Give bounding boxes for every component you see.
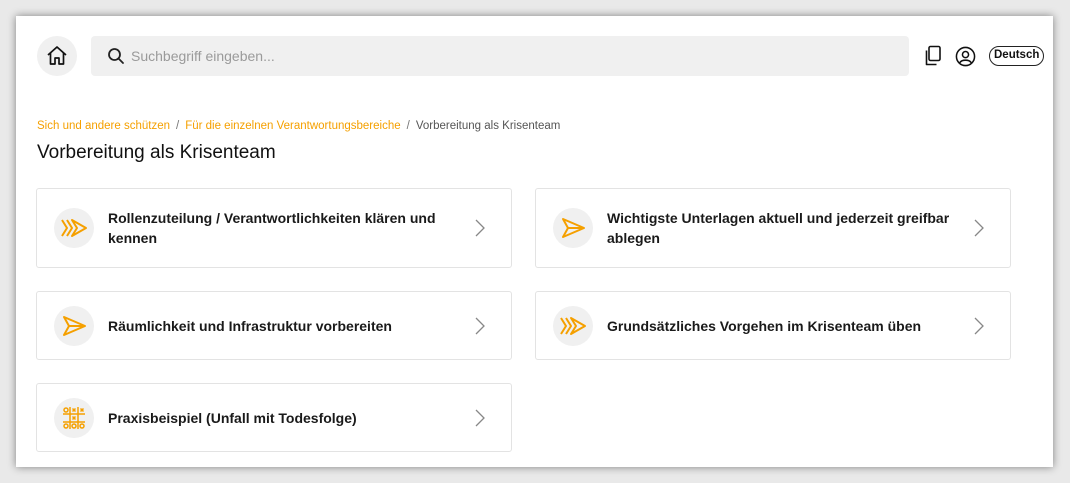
card-example[interactable]: Praxisbeispiel (Unfall mit Todesfolge) xyxy=(36,383,512,452)
breadcrumb: Sich und andere schützen / Für die einzeln… xyxy=(37,120,560,132)
chevron-right-icon xyxy=(473,218,487,238)
card-roles[interactable]: Rollenzuteilung / Verantwortlichkeiten k… xyxy=(36,188,512,268)
card-documents[interactable]: Wichtigste Unterlagen aktuell und jederz… xyxy=(535,188,1011,268)
app-window: Deutsch Sich und andere schützen / Für die… xyxy=(16,16,1053,467)
account-button[interactable] xyxy=(954,45,976,67)
chevron-right-icon xyxy=(972,316,986,336)
page-title: Vorbereitung als Krisenteam xyxy=(37,142,276,163)
double-chevron-icon xyxy=(61,219,87,237)
home-icon xyxy=(47,46,67,65)
card-label: Praxisbeispiel (Unfall mit Todesfolge) xyxy=(108,409,357,426)
card-practice[interactable]: Grundsätzliches Vorgehen im Krisenteam ü… xyxy=(535,291,1011,360)
language-selector[interactable]: Deutsch xyxy=(989,46,1044,66)
user-icon xyxy=(955,46,975,66)
paper-plane-icon xyxy=(63,315,86,336)
breadcrumb-link-areas[interactable]: Für die einzelnen Verantwortungsbereiche xyxy=(185,120,400,132)
chevron-right-icon xyxy=(473,408,487,428)
home-button[interactable] xyxy=(37,36,77,76)
card-icon-wrap xyxy=(553,305,593,346)
breadcrumb-separator: / xyxy=(175,120,180,132)
search-bar[interactable] xyxy=(91,36,909,76)
double-chevron-icon xyxy=(560,316,586,335)
card-label: Grundsätzliches Vorgehen im Krisenteam ü… xyxy=(607,317,922,334)
search-input[interactable] xyxy=(131,48,871,64)
copy-button[interactable] xyxy=(922,45,944,67)
card-facilities[interactable]: Räumlichkeit und Infrastruktur vorbereit… xyxy=(36,291,512,360)
tic-tac-toe-icon xyxy=(63,406,85,429)
breadcrumb-link-protect[interactable]: Sich und andere schützen xyxy=(37,120,170,132)
breadcrumb-separator: / xyxy=(406,120,410,132)
card-icon-wrap xyxy=(54,305,94,346)
card-icon-wrap xyxy=(54,397,94,438)
card-icon-wrap xyxy=(54,208,94,248)
chevron-right-icon xyxy=(473,316,487,336)
search-icon xyxy=(108,48,124,64)
paper-plane-icon xyxy=(562,218,585,238)
card-label: Räumlichkeit und Infrastruktur vorbereit… xyxy=(108,317,392,334)
card-label: Rollenzuteilung / Verantwortlichkeiten k… xyxy=(108,210,436,246)
chevron-right-icon xyxy=(972,218,986,238)
copy-icon xyxy=(925,45,941,66)
card-icon-wrap xyxy=(553,208,593,248)
breadcrumb-current: Vorbereitung als Krisenteam xyxy=(415,120,561,132)
card-label: Wichtigste Unterlagen aktuell und jederz… xyxy=(607,210,950,246)
